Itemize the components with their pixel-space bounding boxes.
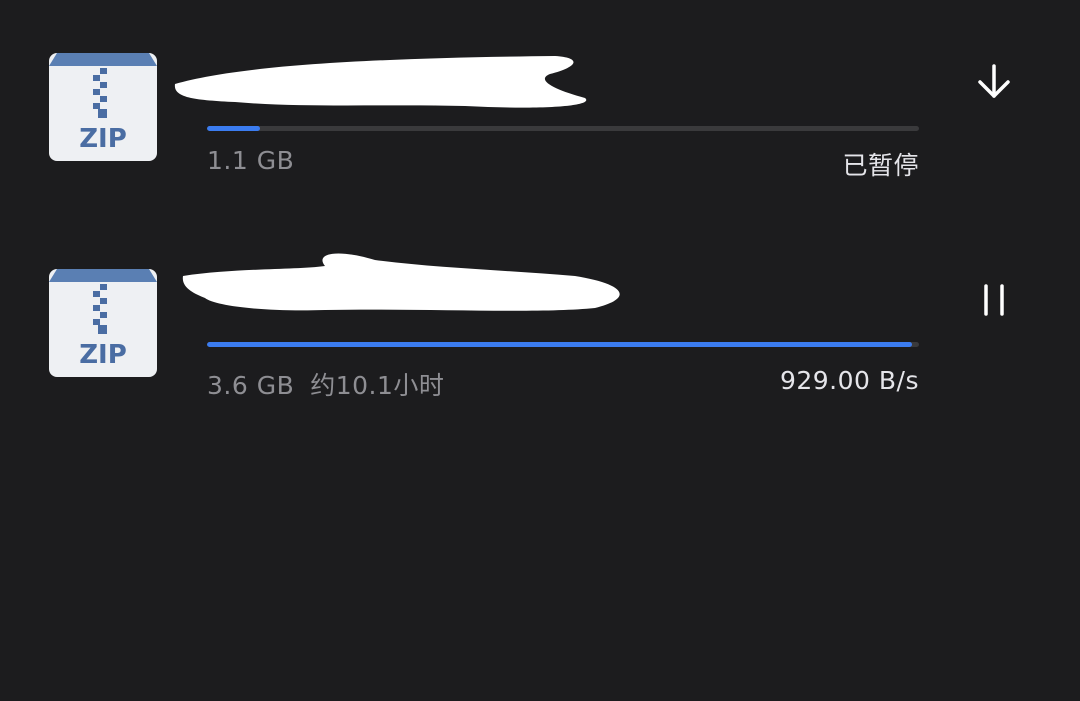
pause-download-button[interactable] <box>964 270 1024 330</box>
zip-label: ZIP <box>79 124 127 154</box>
progress-track <box>207 126 919 131</box>
file-size: 3.6 GB 约10.1小时 <box>207 366 444 402</box>
redacted-filename <box>174 56 587 108</box>
progress-track <box>207 342 919 347</box>
resume-download-button[interactable] <box>964 52 1024 112</box>
zip-file-icon: ZIP <box>48 268 158 378</box>
file-size-text: 1.1 GB <box>207 146 295 175</box>
download-speed: 929.00 B/s <box>779 366 919 395</box>
zip-file-icon: ZIP <box>48 52 158 162</box>
download-item[interactable]: ZIP 1.1 GB 已暂停 <box>0 40 1080 200</box>
pause-icon <box>984 284 1004 316</box>
file-size: 1.1 GB <box>207 146 294 175</box>
download-item[interactable]: ZIP 3.6 GB 约10.1小时 929.00 B/s <box>0 253 1080 416</box>
redacted-filename <box>182 253 620 311</box>
arrow-down-icon <box>978 64 1010 98</box>
eta-text: 约10.1小时 <box>310 371 445 400</box>
progress-fill <box>207 342 912 347</box>
status-text: 已暂停 <box>842 151 919 180</box>
file-size-text: 3.6 GB <box>207 371 295 400</box>
zip-label: ZIP <box>79 340 127 370</box>
progress-fill <box>207 126 261 131</box>
